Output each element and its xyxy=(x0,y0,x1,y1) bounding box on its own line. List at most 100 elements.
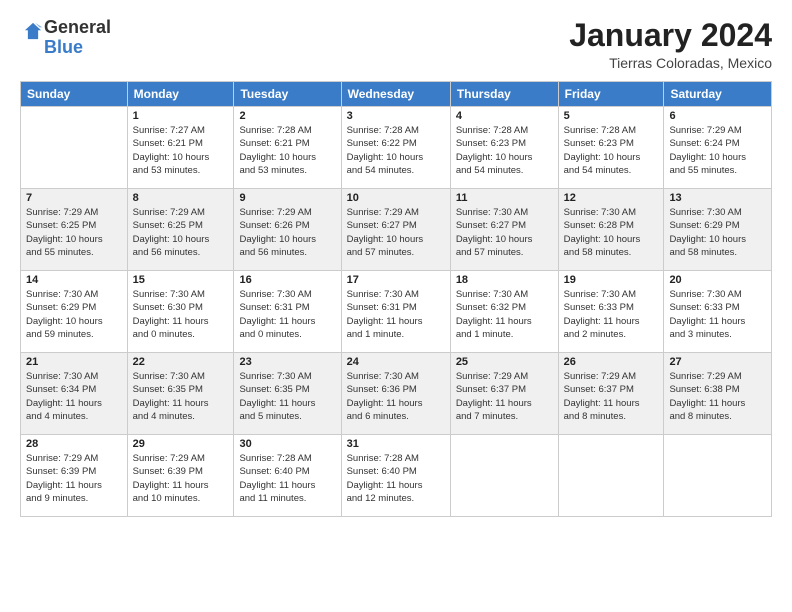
day-info: Sunrise: 7:27 AM Sunset: 6:21 PM Dayligh… xyxy=(133,124,229,177)
table-row: 22Sunrise: 7:30 AM Sunset: 6:35 PM Dayli… xyxy=(127,353,234,435)
day-number: 13 xyxy=(669,192,766,204)
table-row: 28Sunrise: 7:29 AM Sunset: 6:39 PM Dayli… xyxy=(21,435,128,517)
day-number: 21 xyxy=(26,356,122,368)
day-number: 1 xyxy=(133,110,229,122)
day-number: 3 xyxy=(347,110,445,122)
day-number: 8 xyxy=(133,192,229,204)
table-row: 13Sunrise: 7:30 AM Sunset: 6:29 PM Dayli… xyxy=(664,189,772,271)
table-row: 19Sunrise: 7:30 AM Sunset: 6:33 PM Dayli… xyxy=(558,271,664,353)
day-info: Sunrise: 7:29 AM Sunset: 6:25 PM Dayligh… xyxy=(26,206,122,259)
day-number: 29 xyxy=(133,438,229,450)
table-row: 8 Sunrise: 7:29 AM Sunset: 6:25 PM Daylig… xyxy=(127,189,234,271)
day-info: Sunrise: 7:29 AM Sunset: 6:39 PM Dayligh… xyxy=(133,452,229,505)
header-wednesday: Wednesday xyxy=(341,82,450,107)
table-row: 3 Sunrise: 7:28 AM Sunset: 6:22 PM Daylig… xyxy=(341,107,450,189)
location-subtitle: Tierras Coloradas, Mexico xyxy=(569,55,772,71)
day-info: Sunrise: 7:29 AM Sunset: 6:24 PM Dayligh… xyxy=(669,124,766,177)
day-number: 30 xyxy=(239,438,335,450)
day-number: 15 xyxy=(133,274,229,286)
day-info: Sunrise: 7:29 AM Sunset: 6:26 PM Dayligh… xyxy=(239,206,335,259)
header-tuesday: Tuesday xyxy=(234,82,341,107)
day-number: 5 xyxy=(564,110,659,122)
day-number: 17 xyxy=(347,274,445,286)
day-info: Sunrise: 7:29 AM Sunset: 6:25 PM Dayligh… xyxy=(133,206,229,259)
day-info: Sunrise: 7:29 AM Sunset: 6:38 PM Dayligh… xyxy=(669,370,766,423)
table-row: 9Sunrise: 7:29 AM Sunset: 6:26 PM Daylig… xyxy=(234,189,341,271)
header-monday: Monday xyxy=(127,82,234,107)
day-info: Sunrise: 7:28 AM Sunset: 6:21 PM Dayligh… xyxy=(239,124,335,177)
day-info: Sunrise: 7:28 AM Sunset: 6:22 PM Dayligh… xyxy=(347,124,445,177)
table-row: 20 Sunrise: 7:30 AM Sunset: 6:33 PM Dayli… xyxy=(664,271,772,353)
logo: General Blue xyxy=(20,18,111,58)
day-number: 18 xyxy=(456,274,553,286)
day-info: Sunrise: 7:30 AM Sunset: 6:27 PM Dayligh… xyxy=(456,206,553,259)
day-info: Sunrise: 7:29 AM Sunset: 6:27 PM Dayligh… xyxy=(347,206,445,259)
day-info: Sunrise: 7:28 AM Sunset: 6:23 PM Dayligh… xyxy=(456,124,553,177)
day-info: Sunrise: 7:30 AM Sunset: 6:33 PM Dayligh… xyxy=(669,288,766,341)
table-row: 26Sunrise: 7:29 AM Sunset: 6:37 PM Dayli… xyxy=(558,353,664,435)
calendar-table: Sunday Monday Tuesday Wednesday Thursday… xyxy=(20,81,772,517)
day-number: 27 xyxy=(669,356,766,368)
day-number: 2 xyxy=(239,110,335,122)
page-header: General Blue January 2024 Tierras Colora… xyxy=(20,18,772,71)
day-info: Sunrise: 7:30 AM Sunset: 6:33 PM Dayligh… xyxy=(564,288,659,341)
table-row: 17 Sunrise: 7:30 AM Sunset: 6:31 PM Dayli… xyxy=(341,271,450,353)
day-info: Sunrise: 7:30 AM Sunset: 6:31 PM Dayligh… xyxy=(347,288,445,341)
table-row: 18 Sunrise: 7:30 AM Sunset: 6:32 PM Dayli… xyxy=(450,271,558,353)
day-number: 23 xyxy=(239,356,335,368)
table-row: 31 Sunrise: 7:28 AM Sunset: 6:40 PM Dayli… xyxy=(341,435,450,517)
day-number: 16 xyxy=(239,274,335,286)
table-row: 10 Sunrise: 7:29 AM Sunset: 6:27 PM Dayli… xyxy=(341,189,450,271)
logo-icon xyxy=(22,20,44,42)
day-number: 20 xyxy=(669,274,766,286)
table-row: 4 Sunrise: 7:28 AM Sunset: 6:23 PM Daylig… xyxy=(450,107,558,189)
day-info: Sunrise: 7:28 AM Sunset: 6:40 PM Dayligh… xyxy=(347,452,445,505)
table-row: 24Sunrise: 7:30 AM Sunset: 6:36 PM Dayli… xyxy=(341,353,450,435)
day-number: 31 xyxy=(347,438,445,450)
day-number: 11 xyxy=(456,192,553,204)
table-row xyxy=(450,435,558,517)
table-row: 12 Sunrise: 7:30 AM Sunset: 6:28 PM Dayli… xyxy=(558,189,664,271)
table-row: 6 Sunrise: 7:29 AM Sunset: 6:24 PM Daylig… xyxy=(664,107,772,189)
day-number: 7 xyxy=(26,192,122,204)
day-number: 10 xyxy=(347,192,445,204)
day-info: Sunrise: 7:30 AM Sunset: 6:34 PM Dayligh… xyxy=(26,370,122,423)
table-row: 5 Sunrise: 7:28 AM Sunset: 6:23 PM Daylig… xyxy=(558,107,664,189)
day-info: Sunrise: 7:30 AM Sunset: 6:32 PM Dayligh… xyxy=(456,288,553,341)
calendar-header: Sunday Monday Tuesday Wednesday Thursday… xyxy=(21,82,772,107)
table-row: 15Sunrise: 7:30 AM Sunset: 6:30 PM Dayli… xyxy=(127,271,234,353)
header-thursday: Thursday xyxy=(450,82,558,107)
day-info: Sunrise: 7:30 AM Sunset: 6:28 PM Dayligh… xyxy=(564,206,659,259)
table-row: 27 Sunrise: 7:29 AM Sunset: 6:38 PM Dayli… xyxy=(664,353,772,435)
table-row xyxy=(558,435,664,517)
day-number: 4 xyxy=(456,110,553,122)
header-friday: Friday xyxy=(558,82,664,107)
day-info: Sunrise: 7:30 AM Sunset: 6:35 PM Dayligh… xyxy=(133,370,229,423)
day-number: 24 xyxy=(347,356,445,368)
day-info: Sunrise: 7:30 AM Sunset: 6:29 PM Dayligh… xyxy=(26,288,122,341)
day-info: Sunrise: 7:30 AM Sunset: 6:35 PM Dayligh… xyxy=(239,370,335,423)
calendar-body: 1 Sunrise: 7:27 AM Sunset: 6:21 PM Daylig… xyxy=(21,107,772,517)
table-row: 25Sunrise: 7:29 AM Sunset: 6:37 PM Dayli… xyxy=(450,353,558,435)
title-block: January 2024 Tierras Coloradas, Mexico xyxy=(569,18,772,71)
day-info: Sunrise: 7:29 AM Sunset: 6:39 PM Dayligh… xyxy=(26,452,122,505)
day-info: Sunrise: 7:30 AM Sunset: 6:31 PM Dayligh… xyxy=(239,288,335,341)
table-row: 23 Sunrise: 7:30 AM Sunset: 6:35 PM Dayli… xyxy=(234,353,341,435)
day-number: 6 xyxy=(669,110,766,122)
header-saturday: Saturday xyxy=(664,82,772,107)
table-row: 30 Sunrise: 7:28 AM Sunset: 6:40 PM Dayli… xyxy=(234,435,341,517)
day-number: 12 xyxy=(564,192,659,204)
month-title: January 2024 xyxy=(569,18,772,53)
table-row: 14 Sunrise: 7:30 AM Sunset: 6:29 PM Dayli… xyxy=(21,271,128,353)
table-row: 11 Sunrise: 7:30 AM Sunset: 6:27 PM Dayli… xyxy=(450,189,558,271)
day-info: Sunrise: 7:28 AM Sunset: 6:23 PM Dayligh… xyxy=(564,124,659,177)
table-row: 16 Sunrise: 7:30 AM Sunset: 6:31 PM Dayli… xyxy=(234,271,341,353)
day-number: 14 xyxy=(26,274,122,286)
logo-blue: Blue xyxy=(44,38,111,58)
table-row xyxy=(664,435,772,517)
day-number: 26 xyxy=(564,356,659,368)
day-info: Sunrise: 7:28 AM Sunset: 6:40 PM Dayligh… xyxy=(239,452,335,505)
logo-general: General xyxy=(44,18,111,38)
table-row: 1 Sunrise: 7:27 AM Sunset: 6:21 PM Daylig… xyxy=(127,107,234,189)
table-row: 29 Sunrise: 7:29 AM Sunset: 6:39 PM Dayli… xyxy=(127,435,234,517)
